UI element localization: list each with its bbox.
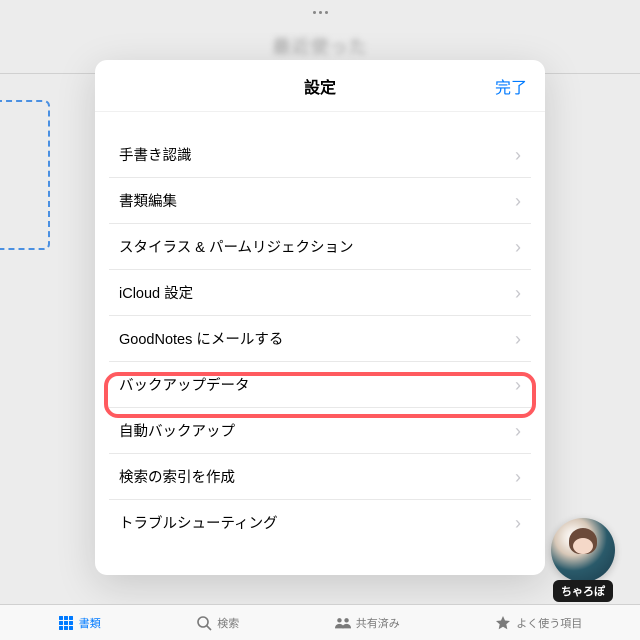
settings-modal: 設定 完了 手書き認識 › 書類編集 › スタイラス & パームリジェクション … (95, 60, 545, 575)
tab-documents[interactable]: 書類 (58, 615, 101, 631)
settings-row-backup-data[interactable]: バックアップデータ › (109, 362, 531, 408)
tab-label: 共有済み (356, 615, 400, 631)
tab-label: 書類 (79, 615, 101, 631)
settings-list: 手書き認識 › 書類編集 › スタイラス & パームリジェクション › iClo… (95, 112, 545, 575)
chevron-right-icon: › (515, 146, 521, 164)
row-label: トラブルシューティング (119, 512, 278, 533)
row-label: GoodNotes にメールする (119, 328, 283, 349)
settings-row-stylus[interactable]: スタイラス & パームリジェクション › (109, 224, 531, 270)
chevron-right-icon: › (515, 330, 521, 348)
settings-row-troubleshooting[interactable]: トラブルシューティング › (109, 500, 531, 545)
avatar-name: ちゃろぽ (553, 580, 613, 602)
chevron-right-icon: › (515, 468, 521, 486)
settings-row-email-goodnotes[interactable]: GoodNotes にメールする › (109, 316, 531, 362)
chevron-right-icon: › (515, 192, 521, 210)
modal-title: 設定 (304, 74, 336, 98)
chevron-right-icon: › (515, 514, 521, 532)
modal-header: 設定 完了 (95, 60, 545, 112)
settings-row-icloud[interactable]: iCloud 設定 › (109, 270, 531, 316)
background-blurred-title: 最近使った (0, 33, 640, 59)
chevron-right-icon: › (515, 284, 521, 302)
row-label: iCloud 設定 (119, 282, 193, 303)
star-icon (495, 615, 511, 631)
tab-search[interactable]: 検索 (196, 615, 239, 631)
search-icon (196, 615, 212, 631)
chevron-right-icon: › (515, 238, 521, 256)
tab-shared[interactable]: 共有済み (335, 615, 400, 631)
background-selection-marquee (0, 100, 50, 250)
settings-row-search-index[interactable]: 検索の索引を作成 › (109, 454, 531, 500)
chevron-right-icon: › (515, 376, 521, 394)
chevron-right-icon: › (515, 422, 521, 440)
grid-icon (58, 615, 74, 631)
background-statusbar (0, 0, 640, 25)
row-label: 手書き認識 (119, 144, 192, 165)
row-label: 検索の索引を作成 (119, 466, 235, 487)
settings-row-document-editing[interactable]: 書類編集 › (109, 178, 531, 224)
tab-label: 検索 (217, 615, 239, 631)
tab-label: よく使う項目 (516, 615, 582, 631)
avatar-image (551, 518, 615, 582)
tab-favorites[interactable]: よく使う項目 (495, 615, 582, 631)
settings-row-auto-backup[interactable]: 自動バックアップ › (109, 408, 531, 454)
row-label: 自動バックアップ (119, 420, 235, 441)
done-button[interactable]: 完了 (495, 74, 527, 98)
settings-row-handwriting[interactable]: 手書き認識 › (109, 132, 531, 178)
people-icon (335, 615, 351, 631)
row-label: バックアップデータ (119, 374, 250, 395)
author-badge: ちゃろぽ (544, 518, 622, 602)
bottom-tabbar: 書類 検索 共有済み よく使う項目 (0, 604, 640, 640)
settings-group: 手書き認識 › 書類編集 › スタイラス & パームリジェクション › iClo… (109, 132, 531, 545)
row-label: スタイラス & パームリジェクション (119, 236, 354, 257)
row-label: 書類編集 (119, 190, 177, 211)
